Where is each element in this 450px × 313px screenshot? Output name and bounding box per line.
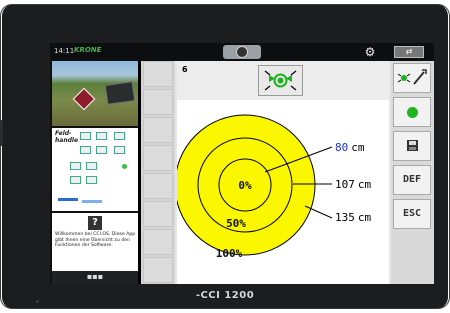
save-softkey[interactable] bbox=[393, 131, 431, 161]
handbook-diagram-box bbox=[114, 132, 125, 140]
side-button[interactable] bbox=[0, 120, 3, 146]
left-softkey-5[interactable] bbox=[143, 173, 173, 199]
left-softkey-7[interactable] bbox=[143, 229, 173, 255]
distance-value: 80 bbox=[335, 141, 348, 154]
left-softkey-2[interactable] bbox=[143, 89, 173, 115]
percent-label: 100% bbox=[216, 247, 243, 260]
distance-chart: 0%50%100%80 cm107 cm135 cm bbox=[177, 114, 371, 260]
distance-value: 135 bbox=[335, 211, 355, 224]
main-area: 6 0% 50% 100% 80 cm 107 cm 135 cm DEF ES… bbox=[141, 61, 434, 284]
handbook-diagram-box bbox=[114, 146, 125, 154]
sensor-mode-button[interactable] bbox=[258, 65, 303, 96]
help-text: Willkommen bei CCI.OS. Diese App gibt Ih… bbox=[55, 232, 136, 249]
working-mask: 6 0% 50% 100% 80 cm 107 cm 135 cm bbox=[177, 61, 389, 284]
handbook-title: Feld- handle bbox=[55, 130, 78, 144]
left-softkey-8[interactable] bbox=[143, 257, 173, 283]
camera-button[interactable] bbox=[223, 45, 261, 59]
camera-preview-machine bbox=[104, 81, 136, 105]
brand-logo: KRONE bbox=[74, 46, 102, 54]
help-mini-view[interactable]: ? Willkommen bei CCI.OS. Diese App gibt … bbox=[52, 213, 138, 271]
def-softkey[interactable]: DEF bbox=[393, 165, 431, 195]
left-softkey-bar bbox=[141, 61, 175, 284]
status-bar: 14:11 KRONE ⚙ ⇄ bbox=[50, 43, 434, 61]
display-screen: 14:11 KRONE ⚙ ⇄ Feld- handle ? Willkomme… bbox=[50, 43, 434, 284]
handbook-diagram-box bbox=[96, 132, 107, 140]
left-softkey-4[interactable] bbox=[143, 145, 173, 171]
def-label: DEF bbox=[402, 174, 422, 185]
save-icon bbox=[407, 140, 418, 151]
handbook-bar bbox=[58, 198, 78, 201]
distance-label: 107 cm bbox=[335, 178, 371, 191]
mini-view-sidebar: Feld- handle ? Willkommen bei CCI.OS. Di… bbox=[50, 61, 138, 284]
sensor-toggle-icon bbox=[397, 69, 427, 85]
gear-icon[interactable]: ⚙ bbox=[361, 44, 379, 60]
swap-screens-icon[interactable]: ⇄ bbox=[394, 46, 424, 58]
more-button[interactable]: ▪▪▪ bbox=[52, 271, 138, 284]
handbook-bar bbox=[82, 200, 102, 203]
distance-label[interactable]: 80 cm bbox=[335, 141, 365, 154]
help-icon: ? bbox=[88, 216, 102, 230]
esc-softkey[interactable]: ESC bbox=[393, 199, 431, 229]
sensor-contraction-icon bbox=[264, 70, 297, 91]
left-softkey-1[interactable] bbox=[143, 61, 173, 87]
right-softkey-bar: DEF ESC bbox=[391, 61, 434, 284]
percent-label: 50% bbox=[226, 217, 246, 230]
distance-unit: cm bbox=[358, 211, 372, 224]
handbook-title-line2: handle bbox=[55, 137, 79, 144]
handbook-diagram-box bbox=[80, 146, 91, 154]
esc-label: ESC bbox=[402, 208, 422, 219]
percent-label: 0% bbox=[238, 179, 252, 192]
handbook-mini-view[interactable]: Feld- handle bbox=[52, 128, 138, 211]
left-softkey-3[interactable] bbox=[143, 117, 173, 143]
clock: 14:11 bbox=[54, 47, 75, 55]
mask-header: 6 bbox=[177, 61, 389, 100]
handbook-green-dot bbox=[122, 164, 127, 169]
green-dot-icon bbox=[407, 107, 418, 118]
distance-unit: cm bbox=[358, 178, 372, 191]
handbook-diagram-box bbox=[96, 146, 107, 154]
status-softkey[interactable] bbox=[393, 97, 431, 127]
device-model-label: -CCI 1200 bbox=[195, 290, 255, 301]
handbook-diagram-box bbox=[70, 176, 81, 184]
handbook-diagram-box bbox=[86, 176, 97, 184]
distance-value: 107 bbox=[335, 178, 355, 191]
mask-number: 6 bbox=[182, 65, 188, 74]
handbook-diagram-box bbox=[86, 162, 97, 170]
camera-icon bbox=[236, 46, 248, 58]
sensor-toggle-softkey[interactable] bbox=[393, 63, 431, 93]
left-softkey-6[interactable] bbox=[143, 201, 173, 227]
handbook-diagram-box bbox=[80, 132, 91, 140]
camera-mini-view[interactable] bbox=[52, 61, 138, 126]
distance-label: 135 cm bbox=[335, 211, 371, 224]
handbook-diagram-box bbox=[70, 162, 81, 170]
handbook-title-line1: Feld- bbox=[55, 130, 72, 137]
distance-unit: cm bbox=[351, 141, 365, 154]
camera-preview-sign bbox=[72, 87, 96, 111]
